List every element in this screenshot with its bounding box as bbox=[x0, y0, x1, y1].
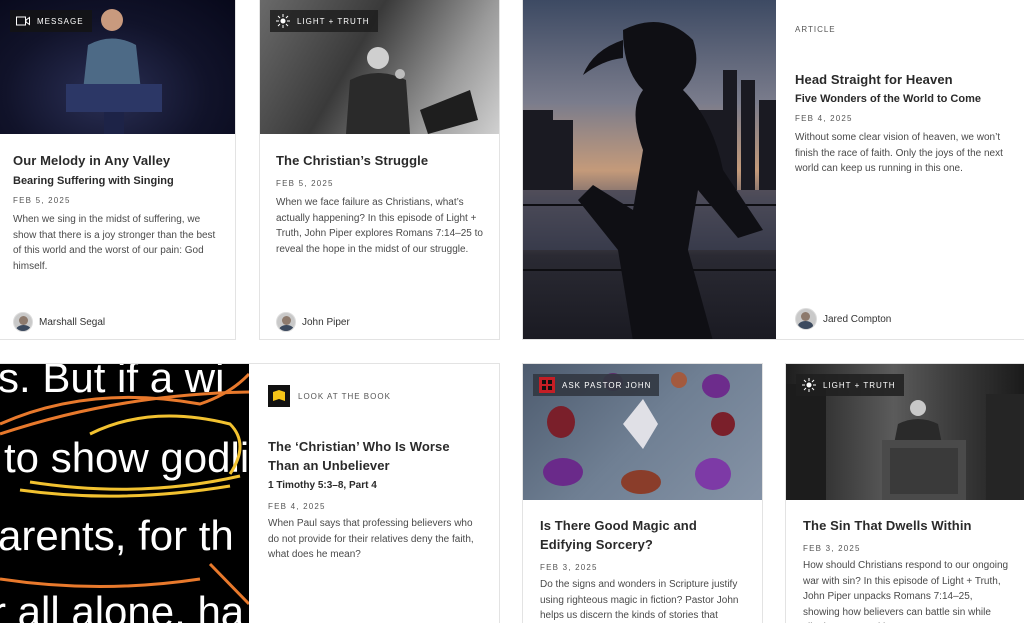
card-thumbnail[interactable] bbox=[523, 0, 776, 339]
tag-label: LIGHT + TRUTH bbox=[823, 380, 896, 390]
card-excerpt: When Paul says that professing believers… bbox=[268, 518, 474, 560]
content-type-tag: ASK PASTOR JOHN bbox=[533, 374, 660, 396]
tag-label: ASK PASTOR JOHN bbox=[562, 380, 652, 390]
card-thumbnail[interactable]: LIGHT + TRUTH bbox=[786, 364, 1024, 500]
image-text-line: arents, for th bbox=[0, 512, 234, 559]
card-christian-worse-than-unbeliever[interactable]: s. But if a wi to show godli arents, for… bbox=[0, 363, 500, 623]
content-type-tag: LIGHT + TRUTH bbox=[270, 10, 378, 32]
card-excerpt: When we face failure as Christians, what… bbox=[276, 197, 483, 255]
ask-pastor-john-icon bbox=[539, 377, 555, 393]
sunburst-icon bbox=[276, 14, 290, 28]
sunburst-icon bbox=[802, 378, 816, 392]
book-icon bbox=[268, 385, 290, 407]
avatar bbox=[276, 312, 296, 332]
scripture-text-image: s. But if a wi to show godli arents, for… bbox=[0, 364, 249, 623]
card-date: FEB 4, 2025 bbox=[795, 114, 853, 123]
card-head-straight-for-heaven[interactable]: ARTICLE Head Straight for Heaven Five Wo… bbox=[522, 0, 1024, 340]
author-name: Marshall Segal bbox=[39, 316, 106, 328]
card-sin-that-dwells-within[interactable]: LIGHT + TRUTH The Sin That Dwells Within… bbox=[785, 363, 1024, 623]
tag-label: LIGHT + TRUTH bbox=[297, 16, 370, 26]
author-byline[interactable]: Jared Compton bbox=[795, 308, 891, 330]
tag-label: ARTICLE bbox=[795, 25, 836, 34]
card-date: FEB 4, 2025 bbox=[268, 502, 326, 511]
author-name: Jared Compton bbox=[823, 313, 892, 325]
card-date: FEB 5, 2025 bbox=[276, 179, 334, 188]
video-camera-icon bbox=[16, 14, 30, 28]
card-thumbnail[interactable]: MESSAGE bbox=[0, 0, 235, 134]
author-byline[interactable]: John Piper bbox=[276, 312, 350, 332]
content-type-tag: LOOK AT THE BOOK bbox=[268, 385, 391, 407]
card-excerpt: When we sing in the midst of suffering, … bbox=[13, 214, 216, 272]
card-thumbnail[interactable]: LIGHT + TRUTH bbox=[260, 0, 499, 134]
card-title[interactable]: The Sin That Dwells Within bbox=[803, 516, 1011, 535]
card-excerpt: Do the signs and wonders in Scripture ju… bbox=[540, 579, 739, 621]
author-byline[interactable]: Marshall Segal bbox=[13, 312, 105, 332]
avatar bbox=[13, 312, 33, 332]
card-excerpt: How should Christians respond to our ong… bbox=[803, 560, 1009, 623]
card-title[interactable]: Head Straight for Heaven bbox=[795, 70, 1011, 89]
card-date: FEB 3, 2025 bbox=[803, 544, 861, 553]
card-title[interactable]: Our Melody in Any Valley bbox=[13, 151, 222, 170]
content-type-tag: MESSAGE bbox=[10, 10, 92, 32]
image-text-line: r all alone, ha bbox=[0, 588, 245, 623]
runner-silhouette-image bbox=[523, 22, 776, 339]
card-our-melody[interactable]: MESSAGE Our Melody in Any Valley Bearing… bbox=[0, 0, 236, 340]
image-text-line: to show godli bbox=[4, 434, 249, 481]
card-title[interactable]: The ‘Christian’ Who Is Worse Than an Unb… bbox=[268, 437, 481, 475]
card-excerpt: Without some clear vision of heaven, we … bbox=[795, 132, 1003, 174]
card-subtitle: Bearing Suffering with Singing bbox=[13, 175, 174, 187]
author-name: John Piper bbox=[302, 316, 350, 328]
card-good-magic[interactable]: ASK PASTOR JOHN Is There Good Magic and … bbox=[522, 363, 763, 623]
card-title[interactable]: Is There Good Magic and Edifying Sorcery… bbox=[540, 516, 748, 554]
card-date: FEB 3, 2025 bbox=[540, 563, 598, 572]
card-subtitle: 1 Timothy 5:3–8, Part 4 bbox=[268, 480, 377, 491]
card-thumbnail[interactable]: s. But if a wi to show godli arents, for… bbox=[0, 364, 249, 623]
card-subtitle: Five Wonders of the World to Come bbox=[795, 93, 981, 105]
tag-label: MESSAGE bbox=[37, 16, 84, 26]
card-date: FEB 5, 2025 bbox=[13, 196, 71, 205]
card-title[interactable]: The Christian’s Struggle bbox=[276, 151, 486, 170]
card-thumbnail[interactable]: ASK PASTOR JOHN bbox=[523, 364, 762, 500]
card-christians-struggle[interactable]: LIGHT + TRUTH The Christian’s Struggle F… bbox=[259, 0, 500, 340]
content-type-tag: ARTICLE bbox=[795, 25, 836, 34]
tag-label: LOOK AT THE BOOK bbox=[298, 391, 391, 401]
avatar bbox=[795, 308, 817, 330]
content-type-tag: LIGHT + TRUTH bbox=[796, 374, 904, 396]
